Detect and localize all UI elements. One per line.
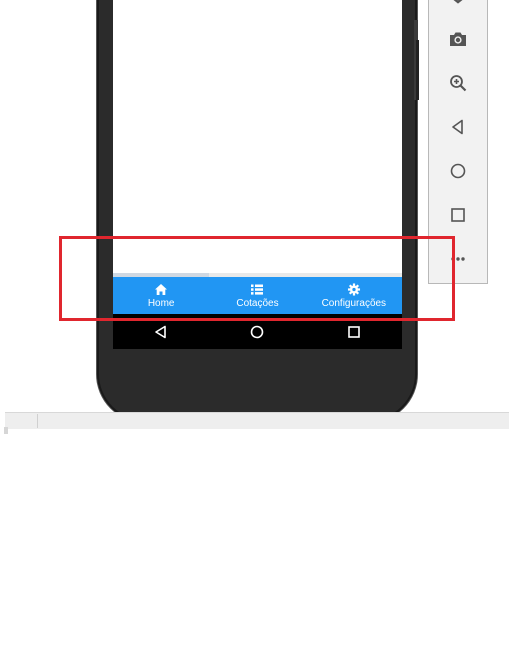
home-button[interactable] bbox=[447, 160, 469, 182]
zoom-button[interactable] bbox=[447, 72, 469, 94]
chevron-down-icon bbox=[453, 0, 463, 4]
highlight-box bbox=[59, 236, 455, 321]
camera-icon bbox=[450, 32, 466, 46]
recents-icon bbox=[348, 325, 360, 338]
square-icon bbox=[451, 208, 465, 222]
overview-button[interactable] bbox=[447, 204, 469, 226]
android-back-button[interactable] bbox=[146, 317, 176, 347]
zoom-icon bbox=[450, 75, 467, 92]
strip-divider bbox=[37, 414, 38, 428]
toolbar-partial-button[interactable] bbox=[447, 0, 469, 15]
rotate-back-icon bbox=[452, 119, 463, 135]
circle-icon bbox=[450, 163, 466, 179]
strip-marker bbox=[4, 427, 8, 434]
screenshot-button[interactable] bbox=[447, 28, 469, 50]
android-recents-button[interactable] bbox=[339, 317, 369, 347]
home-circle-icon bbox=[251, 325, 264, 338]
back-button[interactable] bbox=[447, 116, 469, 138]
phone-volume-button bbox=[416, 40, 419, 100]
back-icon bbox=[155, 325, 166, 338]
android-home-button[interactable] bbox=[242, 317, 272, 347]
app-content-area bbox=[113, 0, 402, 273]
bottom-panel-strip bbox=[5, 412, 509, 429]
